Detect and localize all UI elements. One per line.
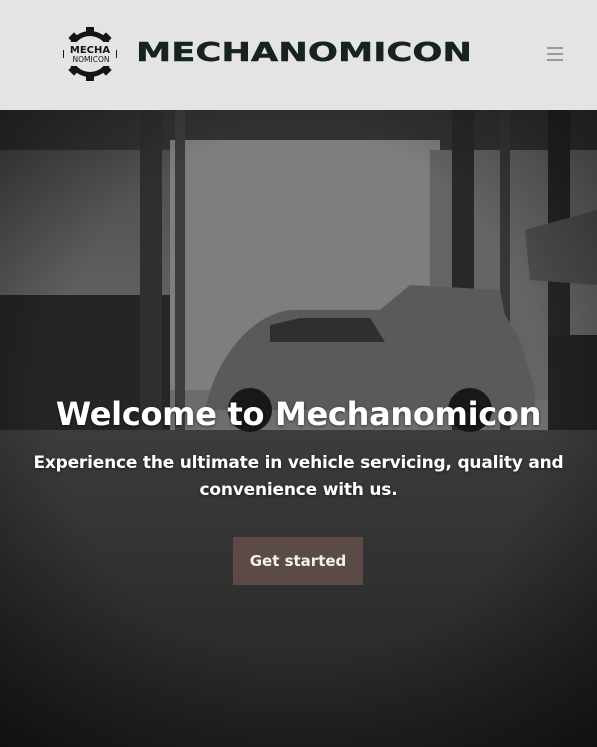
hero-title: Welcome to Mechanomicon	[55, 395, 542, 433]
hero-section: Welcome to Mechanomicon Experience the u…	[0, 110, 597, 747]
hamburger-menu-button[interactable]	[545, 44, 567, 64]
brand-name-text: MECHANOMICON	[136, 38, 472, 68]
hamburger-icon-bar	[547, 47, 563, 49]
get-started-button[interactable]: Get started	[233, 537, 363, 585]
hero-subtitle: Experience the ultimate in vehicle servi…	[33, 453, 564, 500]
logo-gear-icon[interactable]: MECHA NOMICON	[60, 26, 120, 82]
site-header: MECHA NOMICON MECHANOMICON	[0, 0, 597, 110]
brand-wordmark: MECHANOMICON	[136, 33, 476, 73]
logo-text-line2: NOMICON	[73, 55, 110, 64]
hamburger-icon-bar	[547, 53, 563, 55]
hamburger-icon-bar	[547, 59, 563, 61]
